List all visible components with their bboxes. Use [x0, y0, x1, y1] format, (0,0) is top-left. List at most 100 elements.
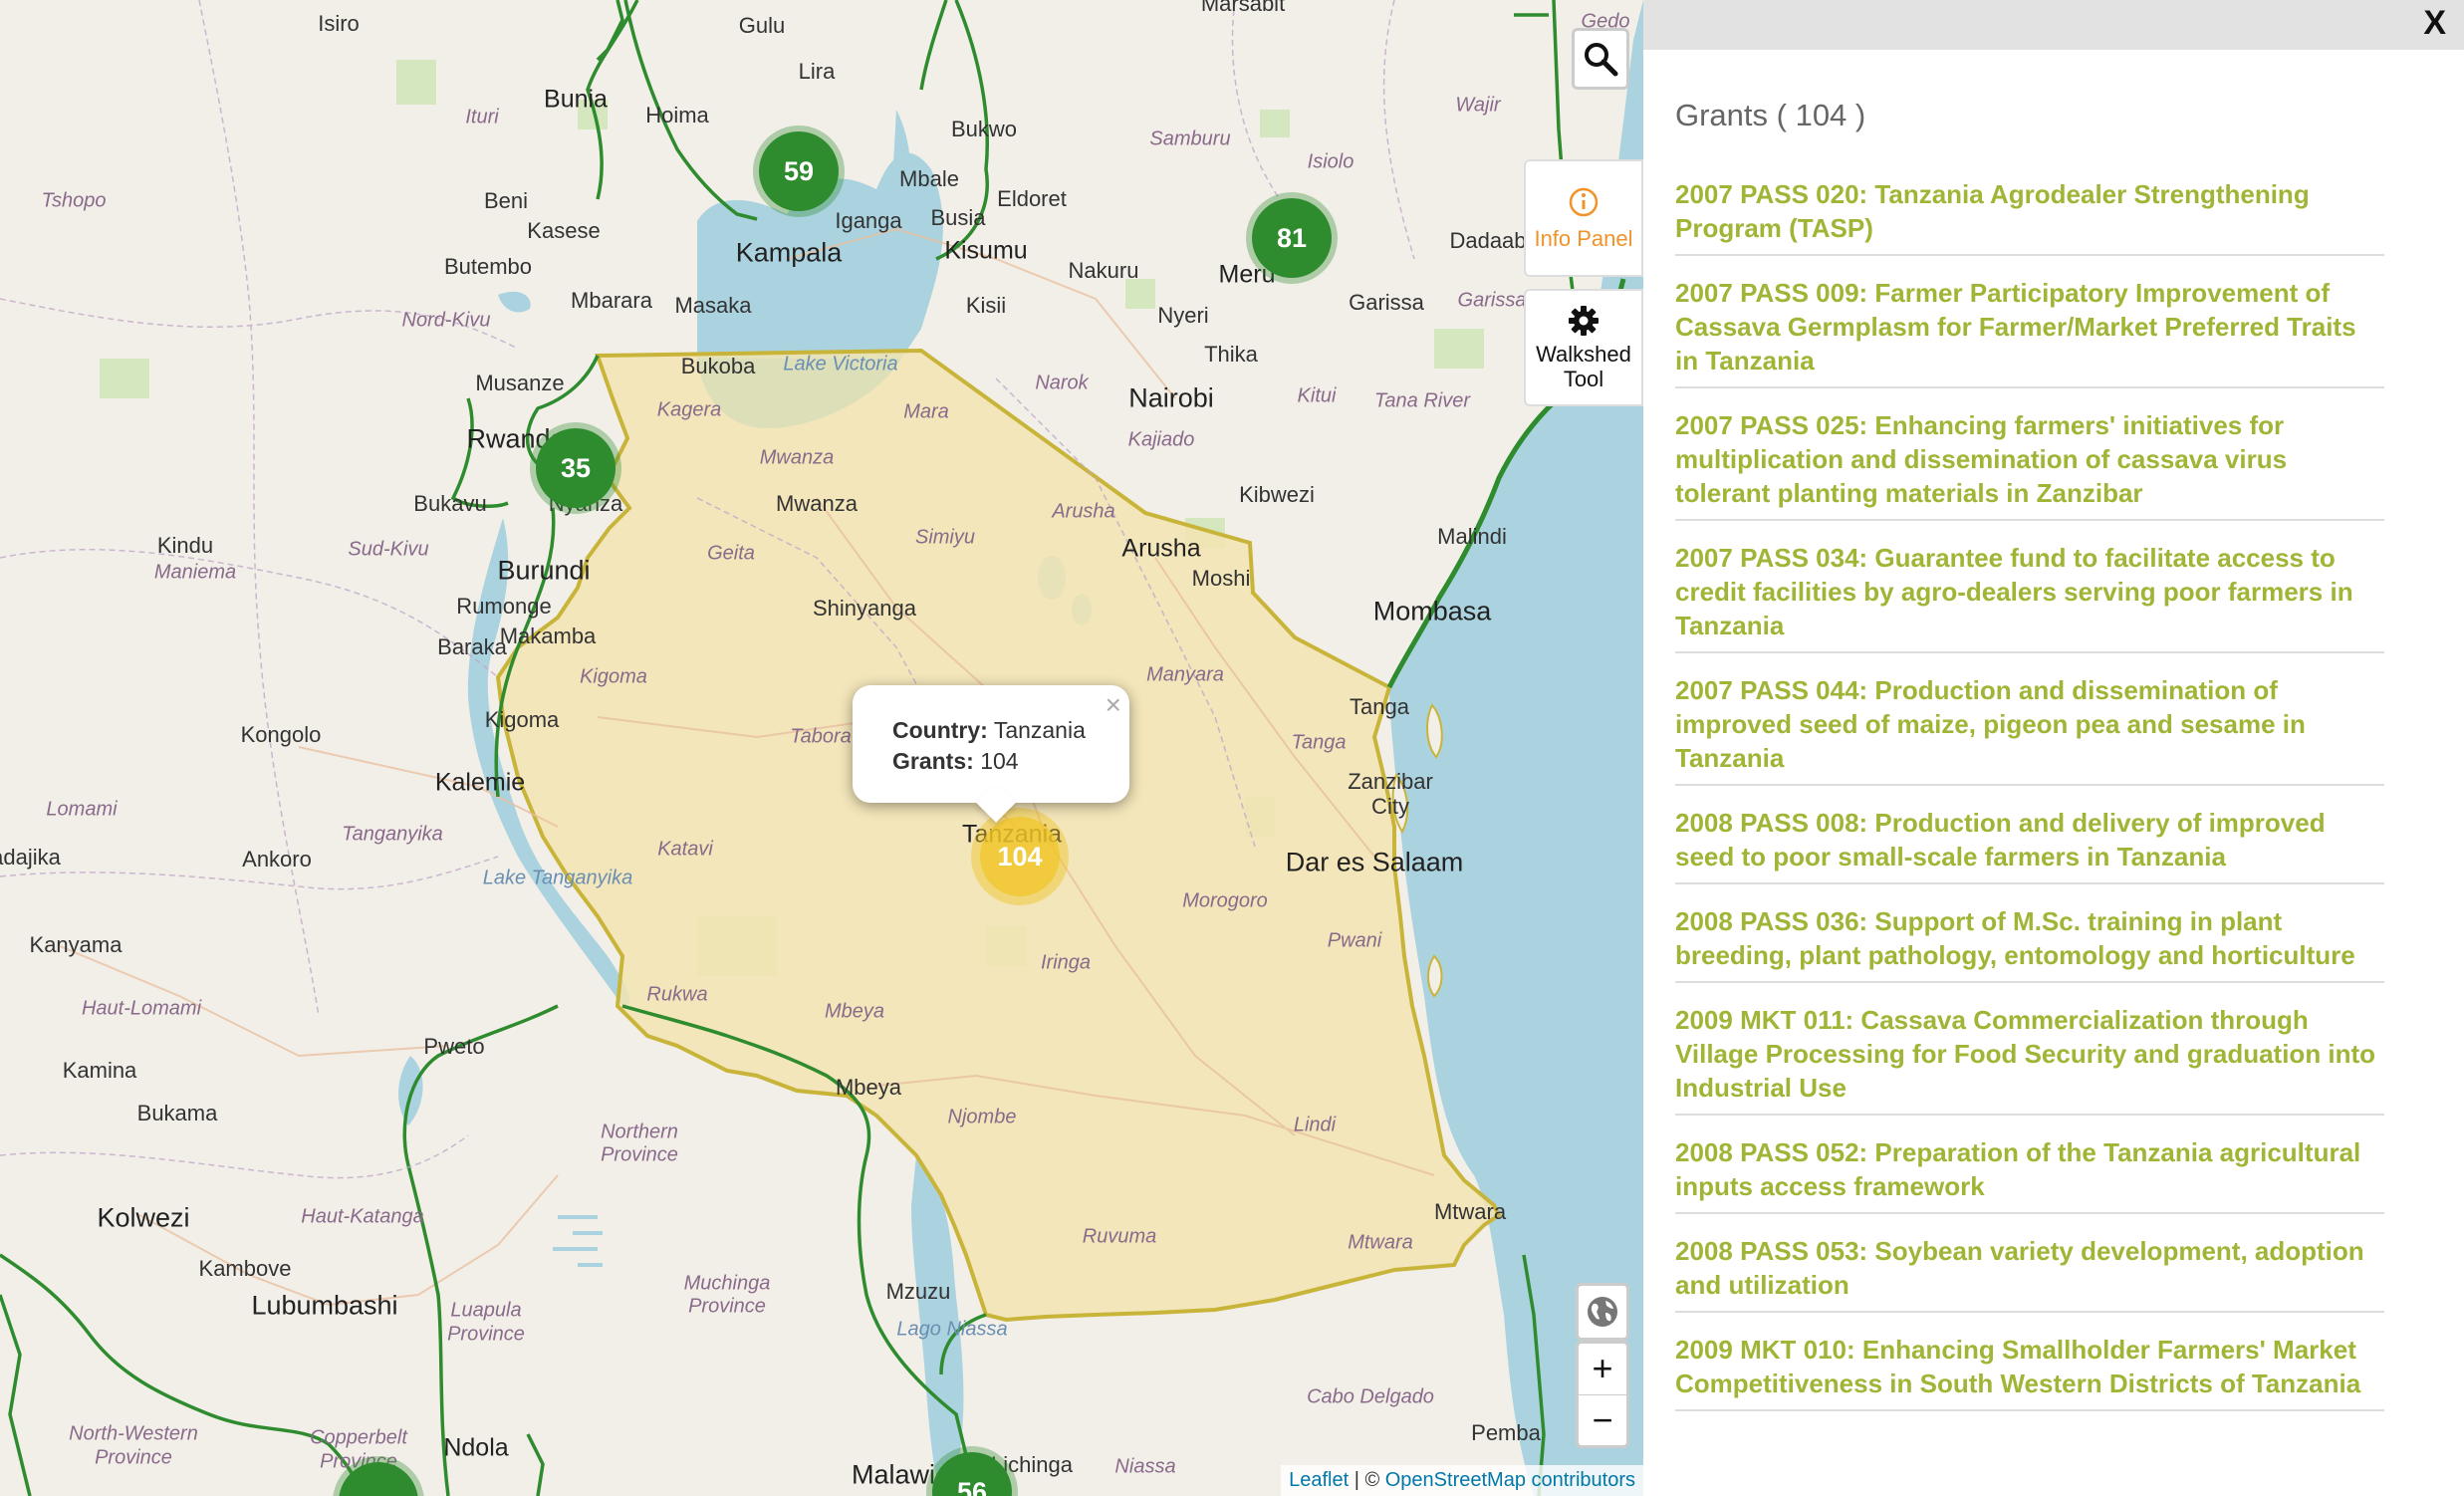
place-label: Hoima: [645, 103, 709, 127]
place-label: Nairobi: [1128, 382, 1214, 413]
cluster-marker[interactable]: 81: [1252, 198, 1332, 278]
grant-link[interactable]: 2007 PASS 020: Tanzania Agrodealer Stren…: [1675, 177, 2384, 256]
zoom-control: + −: [1576, 1341, 1629, 1448]
grant-link[interactable]: 2009 MKT 011: Cassava Commercialization …: [1675, 1003, 2384, 1116]
place-label: Mtwara: [1433, 1199, 1507, 1224]
place-label: Kitui: [1297, 384, 1337, 407]
place-label: Kajiado: [1127, 428, 1195, 451]
place-label: Haut-Katanga: [301, 1205, 424, 1228]
zoom-out-button[interactable]: −: [1579, 1395, 1626, 1446]
place-label: Zanzibar: [1348, 769, 1433, 794]
info-panel-button[interactable]: Info Panel: [1524, 159, 1643, 277]
place-label: Kanyama: [29, 932, 123, 957]
walkshed-tool-button[interactable]: Walkshed Tool: [1524, 289, 1643, 406]
grant-link[interactable]: 2008 PASS 052: Preparation of the Tanzan…: [1675, 1135, 2384, 1214]
place-label: Cabo Delgado: [1307, 1385, 1434, 1408]
place-label: Copperbelt: [310, 1426, 407, 1449]
place-label: Ndola: [443, 1433, 509, 1462]
place-label: Shinyanga: [813, 596, 916, 621]
place-label: Ituri: [465, 106, 499, 128]
map-attribution: Leaflet | © OpenStreetMap contributors: [1281, 1465, 1643, 1496]
place-label: Pweto: [423, 1034, 485, 1059]
search-button[interactable]: [1572, 28, 1629, 90]
place-label: Eldoret: [997, 186, 1067, 211]
place-label: Province: [688, 1295, 766, 1318]
place-label: Malawi: [851, 1459, 936, 1490]
place-label: Burundi: [497, 555, 591, 586]
place-label: Tanga: [1350, 694, 1409, 719]
place-label: Lomami: [46, 798, 118, 821]
place-label: Mwanza: [759, 446, 835, 469]
place-label: Kambove: [198, 1256, 292, 1281]
place-label: Tanga: [1291, 731, 1347, 754]
place-label: Ankoro: [242, 847, 312, 872]
popup-grants-value: 104: [980, 748, 1019, 774]
place-label: Thika: [1204, 342, 1258, 367]
place-label: Kisii: [965, 293, 1007, 318]
walkshed-tool-label: Walkshed Tool: [1536, 342, 1631, 391]
place-label: Lindi: [1293, 1114, 1337, 1136]
leaflet-link[interactable]: Leaflet: [1289, 1469, 1349, 1491]
place-label: Bukavu: [413, 491, 487, 516]
panel-title: Grants ( 104 ): [1675, 98, 1866, 132]
cluster-marker[interactable]: 59: [759, 131, 839, 211]
place-label: Nord-Kivu: [401, 309, 491, 332]
place-label: Kamina: [62, 1058, 137, 1083]
grant-link[interactable]: 2009 MKT 010: Enhancing Smallholder Farm…: [1675, 1333, 2384, 1411]
grant-link[interactable]: 2008 PASS 036: Support of M.Sc. training…: [1675, 904, 2384, 983]
panel-header-bar: X: [1643, 0, 2464, 50]
place-label: Province: [601, 1143, 678, 1166]
map[interactable]: Isiro Gulu Lira Marsabit Gedo Bunia Hoima Ituri…: [0, 0, 1643, 1496]
grant-link[interactable]: 2007 PASS 025: Enhancing farmers' initia…: [1675, 408, 2384, 521]
place-label: North-Western: [69, 1422, 198, 1445]
attribution-separator: | ©: [1349, 1469, 1385, 1491]
place-label: Makamba: [499, 623, 597, 648]
popup-grants-label: Grants:: [892, 748, 974, 774]
grant-link[interactable]: 2007 PASS 009: Farmer Participatory Impr…: [1675, 276, 2384, 388]
osm-link[interactable]: OpenStreetMap contributors: [1385, 1469, 1635, 1491]
place-label: Tana River: [1374, 389, 1470, 412]
basemap-switch-button[interactable]: [1576, 1283, 1629, 1341]
place-label: Samburu: [1149, 127, 1231, 150]
place-label: Tanganyika: [342, 823, 443, 846]
place-label: Kigoma: [580, 665, 647, 688]
popup-country-row: Country: Tanzania: [892, 717, 1086, 744]
grant-link[interactable]: 2007 PASS 034: Guarantee fund to facilit…: [1675, 541, 2384, 653]
popup-close-button[interactable]: ×: [1106, 689, 1121, 721]
place-label: Arusha: [1052, 500, 1115, 523]
place-label: Haut-Lomami: [81, 997, 202, 1020]
place-label: Tabora: [790, 725, 852, 748]
place-label: Kolwezi: [97, 1202, 190, 1233]
popup-country-value: Tanzania: [993, 717, 1086, 743]
grants-panel: X Grants ( 104 ) 2007 PASS 020: Tanzania…: [1643, 0, 2464, 1496]
place-label: Narok: [1035, 372, 1089, 394]
grant-link[interactable]: 2008 PASS 053: Soybean variety developme…: [1675, 1234, 2384, 1313]
popup-grants-row: Grants: 104: [892, 748, 1019, 775]
place-label: Sud-Kivu: [348, 538, 429, 561]
gear-icon: [1569, 306, 1599, 336]
place-label: Geita: [707, 542, 755, 565]
info-panel-label: Info Panel: [1534, 225, 1633, 251]
place-label: Nyeri: [1157, 303, 1209, 328]
info-icon: [1569, 187, 1599, 216]
place-label: Bukwo: [950, 117, 1018, 141]
cluster-marker[interactable]: 35: [536, 428, 616, 508]
place-label: Muchinga: [683, 1272, 771, 1295]
place-label: Katavi: [657, 838, 713, 861]
place-label: Simiyu: [914, 526, 976, 549]
place-label: Kampala: [735, 237, 843, 268]
grant-link[interactable]: 2007 PASS 044: Production and disseminat…: [1675, 673, 2384, 786]
place-label: Wajir: [1455, 94, 1501, 117]
place-label: Mwanza: [776, 491, 858, 516]
place-label: Province: [447, 1323, 525, 1346]
cluster-marker[interactable]: 104: [980, 817, 1060, 896]
place-label: Luapula: [450, 1299, 522, 1322]
place-label: Garissa: [1457, 289, 1527, 312]
place-label: Gulu: [738, 13, 786, 38]
grant-link[interactable]: 2008 PASS 008: Production and delivery o…: [1675, 806, 2384, 884]
place-label: Butembo: [443, 254, 533, 279]
close-panel-button[interactable]: X: [2423, 4, 2446, 43]
zoom-in-button[interactable]: +: [1579, 1344, 1626, 1395]
place-label: Mbarara: [571, 288, 652, 313]
grants-list: 2007 PASS 020: Tanzania Agrodealer Stren…: [1675, 177, 2384, 1431]
